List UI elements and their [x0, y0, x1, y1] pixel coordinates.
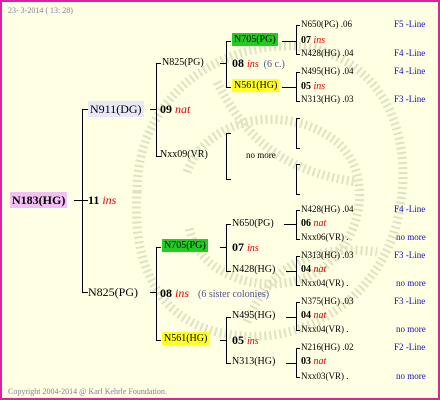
ffm-name: N561(HG): [232, 79, 280, 92]
rc-row: 06 nat: [301, 218, 327, 229]
rc-line: F2 -Line: [394, 342, 426, 352]
ffm-node[interactable]: N561(HG): [232, 79, 280, 92]
rc-line: no more: [396, 324, 426, 334]
mfm-name: N428(HG): [232, 264, 276, 275]
ff-info: 08 ins (6 c.): [232, 57, 285, 70]
fff-node[interactable]: N705(PG): [232, 33, 278, 46]
rc-row[interactable]: N313(HG) .03: [301, 95, 354, 104]
rc-row: 05 ins: [301, 81, 326, 92]
rc-line: F5 -Line: [394, 19, 426, 29]
mm-name: N561(HG): [162, 332, 210, 345]
ff-note: (6 c.): [263, 59, 285, 70]
mf-year: 07: [232, 240, 244, 254]
rc-row: 07 ins: [301, 35, 326, 46]
mff-node[interactable]: N650(PG): [232, 219, 274, 229]
rc-line: F4 -Line: [394, 204, 426, 214]
mm-mating: ins: [247, 336, 259, 347]
mf-mating: ins: [247, 243, 259, 254]
father-node[interactable]: N911(DG): [88, 101, 144, 117]
rc-row[interactable]: Nxx04(VR) .: [301, 325, 349, 334]
mmf-node[interactable]: N495(HG): [232, 311, 275, 321]
rc-row[interactable]: N375(HG) .03: [301, 297, 354, 306]
father-mating: nat: [175, 102, 191, 116]
mmm-node[interactable]: N313(HG): [232, 357, 275, 367]
rc-row[interactable]: N428(HG) .04: [301, 49, 354, 58]
mm-info: 05 ins: [232, 334, 259, 347]
mmf-name: N495(HG): [232, 310, 276, 321]
rc-line: no more: [396, 371, 426, 381]
pedigree-frame: 23- 3-2014 ( 13: 28) Copyright 2004-2014…: [0, 0, 440, 400]
father-name: N911(DG): [88, 101, 144, 117]
root-year: 11: [88, 193, 100, 207]
rc-row[interactable]: N650(PG) .06: [301, 20, 352, 29]
rc-row[interactable]: N428(HG) .04: [301, 205, 354, 214]
timestamp: 23- 3-2014 ( 13: 28): [8, 6, 73, 15]
mff-name: N650(PG): [232, 218, 274, 229]
root-node[interactable]: N183(HG): [10, 192, 68, 208]
ff-node[interactable]: N825(PG): [162, 58, 204, 68]
father-info: 09 nat: [160, 103, 190, 115]
copyright: Copyright 2004-2014 @ Karl Kehrle Founda…: [8, 387, 167, 396]
mf-node[interactable]: N705(PG): [162, 239, 208, 252]
rc-line: F3 -Line: [394, 94, 426, 104]
rc-line: no more: [396, 278, 426, 288]
mfm-node[interactable]: N428(HG): [232, 265, 275, 275]
fm-note: no more: [246, 150, 276, 160]
rc-row[interactable]: N495(HG) .04: [301, 67, 354, 76]
mmm-name: N313(HG): [232, 356, 276, 367]
fff-name: N705(PG): [232, 33, 278, 46]
mother-node[interactable]: N825(PG): [88, 286, 138, 298]
mother-note: (6 sister colonies): [198, 289, 270, 300]
root-mating: ins: [102, 193, 117, 207]
rc-row: 04 nat: [301, 310, 327, 321]
mf-info: 07 ins: [232, 241, 259, 254]
fm-name: Nxx09(VR): [160, 149, 208, 160]
root-info: 11 ins: [88, 194, 116, 206]
mf-name: N705(PG): [162, 239, 208, 252]
ff-year: 08: [232, 56, 244, 70]
mother-info: 08 ins (6 sister colonies): [160, 287, 269, 300]
ff-mating: ins: [247, 59, 259, 70]
mm-year: 05: [232, 333, 244, 347]
rc-row[interactable]: N216(HG) .02: [301, 343, 354, 352]
mother-name: N825(PG): [88, 285, 138, 299]
root-name: N183(HG): [10, 192, 68, 208]
father-year: 09: [160, 102, 172, 116]
rc-line: F3 -Line: [394, 296, 426, 306]
rc-line: F3 -Line: [394, 250, 426, 260]
mother-mating: ins: [175, 286, 190, 300]
rc-row[interactable]: Nxx04(VR) .: [301, 279, 349, 288]
rc-row: 04 nat: [301, 264, 327, 275]
ff-name: N825(PG): [162, 57, 204, 68]
rc-row[interactable]: N313(HG) .03: [301, 251, 354, 260]
rc-line: F4 -Line: [394, 48, 426, 58]
rc-row[interactable]: Nxx03(VR) .: [301, 372, 349, 381]
rc-row[interactable]: Nxx06(VR) .: [301, 233, 349, 242]
rc-line: no more: [396, 232, 426, 242]
mother-year: 08: [160, 286, 172, 300]
fm-node[interactable]: Nxx09(VR): [160, 150, 208, 160]
rc-line: F4 -Line: [394, 66, 426, 76]
mm-node[interactable]: N561(HG): [162, 332, 210, 345]
rc-row: 03 nat: [301, 356, 327, 367]
